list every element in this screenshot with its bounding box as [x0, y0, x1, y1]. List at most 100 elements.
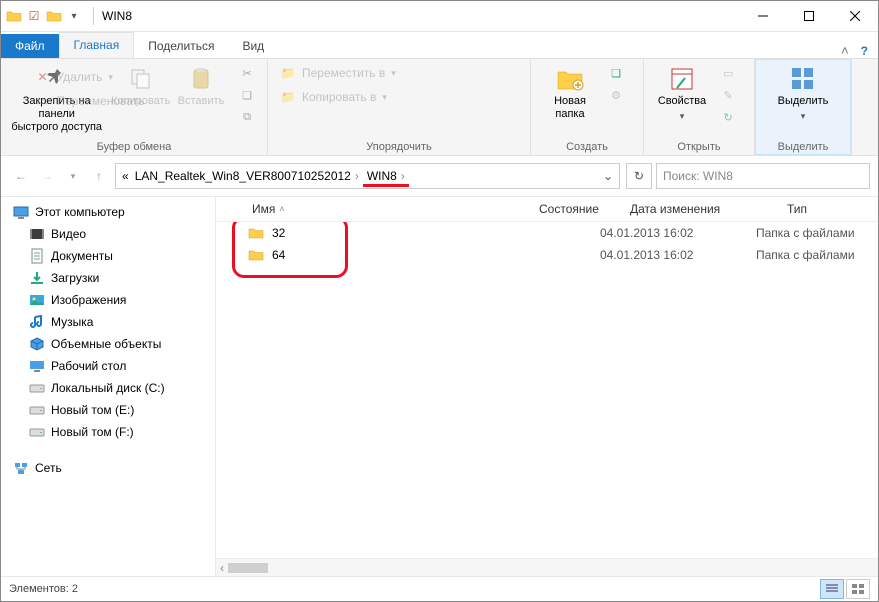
sidebar-item[interactable]: Загрузки [5, 267, 215, 289]
quick-access-toolbar: ☑ ▾ [1, 7, 87, 25]
open-icon: ▭ [720, 65, 736, 81]
rename-icon: ▭ [35, 93, 51, 109]
scrollbar-thumb[interactable] [228, 563, 268, 573]
column-state[interactable]: Состояние [531, 197, 622, 221]
horizontal-scrollbar[interactable]: ‹ [216, 558, 878, 576]
file-name: 64 [272, 248, 285, 262]
history-button[interactable]: ↻ [716, 107, 740, 127]
column-headers: Имя ˄ Состояние Дата изменения Тип [216, 197, 878, 222]
column-name[interactable]: Имя ˄ [216, 197, 531, 221]
sidebar-item[interactable]: Музыка [5, 311, 215, 333]
rename-button[interactable]: ▭Переименовать [31, 91, 879, 111]
minimize-button[interactable] [740, 1, 786, 31]
sidebar-item[interactable]: Объемные объекты [5, 333, 215, 355]
tab-view[interactable]: Вид [228, 34, 278, 58]
group-label: Открыть [677, 139, 720, 153]
sidebar-item-label: Локальный диск (C:) [51, 381, 165, 395]
easy-access-button[interactable]: ⚙ [604, 85, 628, 105]
sidebar-item-label: Новый том (F:) [51, 425, 134, 439]
rows-area[interactable]: 3204.01.2013 16:02Папка с файлами 64 04.01… [216, 222, 878, 558]
item-count: Элементов: 2 [9, 583, 78, 595]
delete-button[interactable]: ✕Удалить▾ [31, 67, 879, 87]
tab-file[interactable]: Файл [1, 34, 59, 58]
chevron-right-icon[interactable]: › [401, 169, 405, 183]
sidebar-item-label: Видео [51, 227, 86, 241]
breadcrumb-current[interactable]: WIN8 › [365, 169, 407, 183]
column-type[interactable]: Тип [779, 197, 878, 221]
table-row[interactable]: 3204.01.2013 16:02Папка с файлами [216, 222, 878, 244]
qat-dropdown-icon[interactable]: ▾ [65, 7, 83, 25]
image-icon [29, 292, 45, 308]
group-label: Упорядочить [366, 139, 431, 153]
folder-icon [5, 7, 23, 25]
open-item-button[interactable]: ▭ [716, 63, 740, 83]
navigation-pane[interactable]: Этот компьютер Видео ДокументыЗагрузкиИзо… [1, 197, 216, 576]
sidebar-item[interactable]: Документы [5, 245, 215, 267]
forward-button[interactable]: → [35, 164, 59, 188]
refresh-button[interactable]: ↻ [626, 163, 652, 189]
help-icon[interactable]: ? [861, 44, 868, 58]
disk-icon [29, 424, 45, 440]
sidebar-item[interactable]: Рабочий стол [5, 355, 215, 377]
details-view-button[interactable] [820, 579, 844, 599]
table-row[interactable]: 6404.01.2013 16:02Папка с файлами [216, 244, 878, 266]
search-input[interactable]: Поиск: WIN8 [656, 163, 870, 189]
sidebar-item-label: Объемные объекты [51, 337, 161, 351]
sidebar-item[interactable]: Новый том (E:) [5, 399, 215, 421]
folder-icon [248, 247, 264, 263]
title-bar: ☑ ▾ WIN8 [1, 1, 878, 32]
ribbon-group-organize: 📁Переместить в▾ 📁Копировать в▾ ✕Удалить▾… [268, 59, 531, 155]
sidebar-item[interactable]: Видео [5, 223, 215, 245]
group-label: Создать [566, 139, 608, 153]
group-label: Выделить [778, 139, 829, 153]
ribbon-tab-strip: Файл Главная Поделиться Вид ˄ ? [1, 32, 878, 59]
group-label: Буфер обмена [97, 139, 172, 153]
recent-dropdown[interactable]: ▾ [61, 164, 85, 188]
3d-icon [29, 336, 45, 352]
address-bar[interactable]: « LAN_Realtek_Win8_VER800710252012 › WIN… [115, 163, 620, 189]
qat-folder-icon[interactable] [45, 7, 63, 25]
sidebar-item[interactable]: Изображения [5, 289, 215, 311]
nav-arrows: ← → ▾ ↑ [9, 164, 111, 188]
sidebar-network[interactable]: Сеть [5, 457, 215, 479]
navigation-bar: ← → ▾ ↑ « LAN_Realtek_Win8_VER8007102520… [1, 156, 878, 196]
sidebar-this-pc[interactable]: Этот компьютер [5, 201, 215, 223]
separator [93, 7, 94, 25]
up-button[interactable]: ↑ [87, 164, 111, 188]
window-title: WIN8 [102, 9, 132, 23]
easy-access-icon: ⚙ [608, 87, 624, 103]
history-icon: ↻ [720, 109, 736, 125]
close-button[interactable] [832, 1, 878, 31]
file-date: 04.01.2013 16:02 [592, 226, 748, 240]
tab-share[interactable]: Поделиться [134, 34, 228, 58]
ribbon-collapse-icon[interactable]: ˄ [841, 43, 849, 58]
column-date[interactable]: Дата изменения [622, 197, 779, 221]
thumbnails-view-button[interactable] [846, 579, 870, 599]
maximize-button[interactable] [786, 1, 832, 31]
network-icon [13, 460, 29, 476]
address-dropdown-icon[interactable]: ⌄ [599, 169, 617, 183]
folder-icon [248, 225, 264, 241]
breadcrumb-parent[interactable]: LAN_Realtek_Win8_VER800710252012 › [133, 169, 361, 183]
back-button[interactable]: ← [9, 164, 33, 188]
view-mode-buttons [820, 579, 870, 599]
qat-checkbox-icon[interactable]: ☑ [25, 7, 43, 25]
search-placeholder: Поиск: WIN8 [663, 169, 733, 183]
delete-icon: ✕ [35, 69, 51, 85]
status-bar: Элементов: 2 [1, 576, 878, 601]
chevron-right-icon[interactable]: › [355, 169, 359, 183]
file-date: 04.01.2013 16:02 [592, 248, 748, 262]
sidebar-item[interactable]: Локальный диск (C:) [5, 377, 215, 399]
sidebar-item-label: Новый том (E:) [51, 403, 134, 417]
tab-home[interactable]: Главная [59, 32, 135, 58]
body: Этот компьютер Видео ДокументыЗагрузкиИзо… [1, 196, 878, 576]
scroll-left-icon[interactable]: ‹ [220, 561, 224, 575]
ribbon: Закрепить на панели быстрого доступа Коп… [1, 59, 878, 156]
sidebar-item-label: Музыка [51, 315, 93, 329]
disk-icon [29, 380, 45, 396]
download-icon [29, 270, 45, 286]
sidebar-item[interactable]: Новый том (F:) [5, 421, 215, 443]
doc-icon [29, 248, 45, 264]
edit-button[interactable]: ✎ [716, 85, 740, 105]
computer-icon [13, 204, 29, 220]
